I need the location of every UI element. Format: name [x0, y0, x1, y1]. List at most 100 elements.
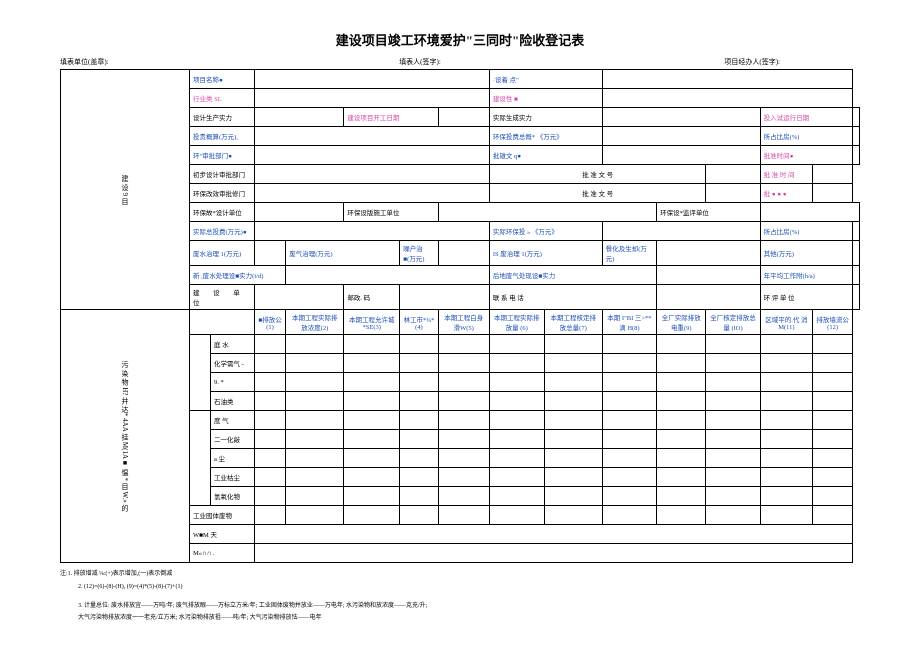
val[interactable] — [602, 108, 760, 127]
lbl: 废气治理(万元) — [286, 241, 400, 266]
lbl: 环保投费总慨* 《万元》 — [489, 127, 602, 146]
form-header: 填表单位(盖章): 填表人(签字): 项目经办人(签字): — [60, 57, 860, 67]
val[interactable] — [254, 241, 285, 266]
col-h: 本期工程实际排放量 (6) — [489, 310, 544, 335]
lbl: ·设着 点" — [489, 70, 602, 89]
val[interactable] — [852, 127, 859, 146]
col-h: 本期 I"BI 三>**滴 H(8) — [602, 310, 656, 335]
lbl: 其他(万元) — [760, 241, 852, 266]
lbl: 所占比房(%) — [760, 127, 852, 146]
val[interactable] — [852, 285, 859, 310]
hdr-mgr: 项目经办人(签字): — [540, 57, 860, 67]
val[interactable] — [254, 108, 343, 127]
val[interactable] — [602, 70, 852, 89]
row-lbl: 9. * — [211, 373, 255, 392]
val[interactable] — [438, 108, 489, 127]
val[interactable] — [852, 266, 859, 285]
row-lbl: a 尘 — [211, 449, 255, 468]
grp-water — [190, 335, 211, 411]
row-lbl: 氢氧化物 — [211, 487, 255, 506]
val[interactable] — [760, 203, 859, 222]
val[interactable] — [602, 146, 760, 165]
lbl: 新 ,废水处理设■实力(t/d) — [190, 266, 286, 285]
val[interactable] — [657, 266, 760, 285]
col-h: 本期工程允许城*SE(3) — [344, 310, 400, 335]
val[interactable] — [254, 127, 489, 146]
lbl: 批雄文 q● — [489, 146, 602, 165]
val[interactable] — [852, 108, 859, 127]
lbl: 建设项目开工日期 — [344, 108, 438, 127]
val[interactable] — [254, 285, 343, 310]
val[interactable] — [254, 165, 489, 184]
lbl: 批准时间● — [760, 146, 852, 165]
side-c: 污 染 物 H? 并 达* 4AA 挂 M(1A■ 愠 * 目 W.» 的 — [61, 310, 190, 563]
lbl: 实际环保投 » 《万元》 — [489, 222, 602, 241]
lbl: 环保设*监评单位 — [657, 203, 760, 222]
lbl: 餐化及生却(万元) — [602, 241, 656, 266]
row-lbl: 化学需气 - — [211, 354, 255, 373]
note-4: 大气污染物排放浓度一一老充/立方米; 水污染物排放祖——吨/年; 大气污染物排放… — [60, 613, 860, 624]
row-lbl: 石油类 — [211, 392, 255, 411]
row-lbl: 工业囮体废物 — [190, 506, 255, 525]
val[interactable] — [254, 146, 489, 165]
page-title: 建设项目竣工环境爱护"三同时"险收登记表 — [60, 30, 860, 49]
lbl: 批 准 文 号 — [489, 165, 706, 184]
lbl: 环 评 单 位 — [760, 285, 852, 310]
val[interactable] — [254, 222, 489, 241]
lbl: 实际生成实力 — [489, 108, 602, 127]
val[interactable] — [602, 127, 760, 146]
row-lbl: 二一化敲 — [211, 430, 255, 449]
val[interactable] — [438, 241, 489, 266]
val[interactable] — [706, 184, 760, 203]
lbl: 建设性 ■ — [489, 89, 602, 108]
val[interactable] — [657, 241, 760, 266]
grp-air — [190, 411, 211, 506]
val[interactable] — [602, 222, 760, 241]
col-h: ■排放公 (1) — [254, 310, 285, 335]
val[interactable] — [852, 241, 859, 266]
col-h: 本期工程实际排放浓度(2) — [286, 310, 344, 335]
note-3: 3. 计量总位: 废水排放宜——万吨/年; 废气排放眼——万标立方米/年; 工业… — [60, 601, 860, 612]
lbl: 批 准 时 间 — [760, 165, 813, 184]
lbl: 批 准 文 号 — [489, 184, 706, 203]
val[interactable] — [657, 285, 760, 310]
val[interactable] — [813, 184, 853, 203]
col-h: 区域平的.代 消 M(11) — [760, 310, 813, 335]
lbl: 所占比房(%) — [760, 222, 852, 241]
lbl: 投入试运行日期 — [760, 108, 852, 127]
lbl: 联 系 电 话 — [489, 285, 656, 310]
val[interactable] — [400, 285, 490, 310]
hdr-fill: 填表人(签字): — [300, 57, 540, 67]
lbl: 实际总投费(万元)● — [190, 222, 255, 241]
val[interactable] — [254, 70, 489, 89]
footnotes: 注:1. 排放增减 ⅛:(+)表示增加,(一)表示倒减 2. (12)=(6)-… — [60, 569, 860, 624]
lbl: IS 废治理 1(万元) — [489, 241, 602, 266]
row-lbl: 度 气 — [211, 411, 255, 430]
val[interactable] — [286, 266, 490, 285]
lbl: 设计生产实力 — [190, 108, 255, 127]
col-h: 林工市*¾* (4) — [400, 310, 438, 335]
val[interactable] — [254, 184, 489, 203]
row-lbl: W■M 天 — [190, 525, 255, 544]
row-lbl: 工业枯尘 — [211, 468, 255, 487]
val[interactable] — [254, 203, 343, 222]
note-1: 注:1. 排放增减 ⅛:(+)表示增加,(一)表示倒减 — [60, 569, 860, 580]
lbl: 项目名称● — [190, 70, 255, 89]
val[interactable] — [852, 222, 859, 241]
lbl: 后地废气处现设■实力 — [489, 266, 656, 285]
val[interactable] — [706, 165, 760, 184]
lbl: 环保改效审批修门 — [190, 184, 255, 203]
col-h: 全厂实际排放电重(9) — [657, 310, 706, 335]
val[interactable] — [602, 89, 852, 108]
val[interactable] — [813, 165, 853, 184]
val[interactable] — [254, 89, 489, 108]
row-lbl: M«∩∩ . — [190, 544, 255, 563]
lbl: 建 设 单 位 — [190, 285, 255, 310]
val[interactable] — [438, 203, 656, 222]
lbl: 年平均工作附(h/a) — [760, 266, 852, 285]
lbl: 环"审批部门● — [190, 146, 255, 165]
col-h: 排放墙流公(12) — [813, 310, 853, 335]
val[interactable] — [852, 146, 859, 165]
note-2: 2. (12)=(6)-(8)-(H), (9)=(4)*(5)-(8)-(7)… — [60, 582, 860, 593]
row-lbl: 庭 水 — [211, 335, 255, 354]
